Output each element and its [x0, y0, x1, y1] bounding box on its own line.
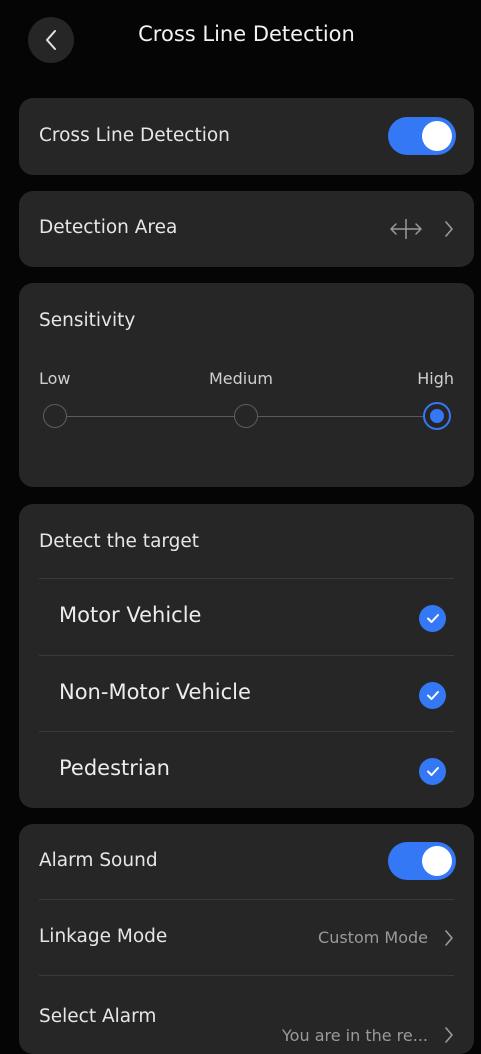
selected-dot: [430, 409, 444, 423]
check-icon: [419, 605, 446, 632]
sensitivity-medium-label: Medium: [209, 369, 273, 388]
target-row-motor-vehicle[interactable]: Motor Vehicle: [19, 579, 474, 655]
cross-line-arrows-icon: [390, 219, 422, 239]
check-icon: [419, 758, 446, 785]
page-title: Cross Line Detection: [138, 22, 355, 46]
detection-area-row[interactable]: Detection Area: [19, 191, 474, 267]
cross-line-toggle[interactable]: [388, 117, 456, 155]
chevron-right-icon: [445, 221, 453, 237]
alarm-sound-toggle[interactable]: [388, 842, 456, 880]
sensitivity-title: Sensitivity: [39, 310, 136, 331]
sensitivity-card: Sensitivity Low Medium High: [19, 283, 474, 487]
target-label: Pedestrian: [59, 756, 170, 780]
sensitivity-medium-option[interactable]: [234, 404, 258, 428]
sensitivity-high-option[interactable]: [423, 402, 451, 430]
toggle-knob: [422, 846, 452, 876]
header: Cross Line Detection: [0, 0, 481, 80]
check-icon: [419, 682, 446, 709]
detect-target-card: Detect the target Motor Vehicle Non-Moto…: [19, 504, 474, 808]
detect-target-title: Detect the target: [39, 531, 200, 552]
target-label: Motor Vehicle: [59, 603, 202, 627]
target-row-pedestrian[interactable]: Pedestrian: [19, 732, 474, 808]
linkage-mode-row[interactable]: Linkage Mode Custom Mode: [19, 900, 474, 976]
alarm-sound-label: Alarm Sound: [39, 850, 158, 871]
cross-line-label: Cross Line Detection: [39, 125, 230, 146]
sensitivity-high-label: High: [417, 369, 454, 388]
sensitivity-low-label: Low: [39, 369, 71, 388]
linkage-mode-label: Linkage Mode: [39, 926, 168, 947]
sensitivity-low-option[interactable]: [43, 404, 67, 428]
cross-line-card: Cross Line Detection: [19, 98, 474, 175]
select-alarm-row[interactable]: Select Alarm You are in the re...: [19, 976, 474, 1052]
chevron-right-icon: [445, 1027, 453, 1043]
target-row-non-motor-vehicle[interactable]: Non-Motor Vehicle: [19, 656, 474, 732]
chevron-right-icon: [445, 930, 453, 946]
select-alarm-value: You are in the re...: [282, 1026, 428, 1045]
alarm-card: Alarm Sound Linkage Mode Custom Mode Sel…: [19, 824, 474, 1054]
toggle-knob: [422, 121, 452, 151]
select-alarm-label: Select Alarm: [39, 1006, 157, 1027]
linkage-mode-value: Custom Mode: [318, 928, 428, 947]
target-label: Non-Motor Vehicle: [59, 680, 251, 704]
detection-area-label: Detection Area: [39, 217, 178, 238]
